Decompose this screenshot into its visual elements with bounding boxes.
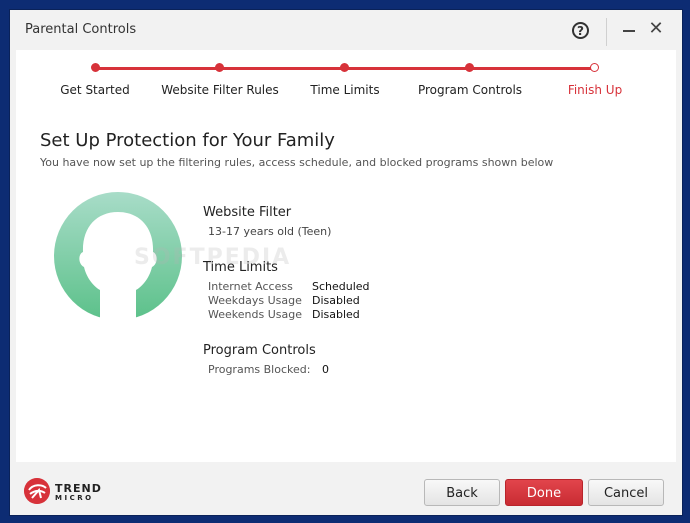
cancel-button[interactable]: Cancel [588, 479, 664, 506]
program-controls-title: Program Controls [203, 343, 316, 358]
weekends-usage-value: Disabled [312, 308, 360, 321]
titlebar-divider [606, 18, 607, 46]
internet-access-value: Scheduled [312, 280, 370, 293]
weekends-usage-label: Weekends Usage [208, 308, 302, 321]
progress-stepper: Get Started Website Filter Rules Time Li… [16, 50, 676, 100]
window-title: Parental Controls [25, 22, 137, 37]
internet-access-label: Internet Access [208, 280, 293, 293]
help-icon[interactable]: ? [572, 22, 589, 39]
step-dot-program-controls [465, 63, 474, 72]
trend-micro-logo-mark [24, 478, 50, 504]
done-button[interactable]: Done [505, 479, 583, 506]
title-bar: Parental Controls ? ✕ [10, 10, 682, 50]
parental-controls-window: Parental Controls ? ✕ Get Started Websit… [10, 10, 682, 515]
page-subtitle: You have now set up the filtering rules,… [40, 156, 554, 169]
weekdays-usage-value: Disabled [312, 294, 360, 307]
content-panel: Get Started Website Filter Rules Time Li… [16, 50, 676, 462]
programs-blocked-value: 0 [322, 363, 329, 376]
step-label-get-started: Get Started [60, 83, 130, 97]
time-limits-title: Time Limits [203, 260, 278, 275]
step-label-website-filter: Website Filter Rules [161, 83, 279, 97]
weekdays-usage-label: Weekdays Usage [208, 294, 302, 307]
step-dot-website-filter [215, 63, 224, 72]
minimize-icon[interactable] [621, 22, 637, 38]
footer-bar: TREND MICRO Back Done Cancel [10, 462, 682, 515]
page-title: Set Up Protection for Your Family [40, 130, 335, 151]
step-dot-finish-up [590, 63, 599, 72]
step-label-finish-up: Finish Up [567, 83, 623, 97]
programs-blocked-label: Programs Blocked: [208, 363, 311, 376]
step-label-program-controls: Program Controls [417, 83, 523, 97]
step-label-time-limits: Time Limits [310, 83, 380, 97]
website-filter-value: 13-17 years old (Teen) [208, 225, 332, 238]
trend-micro-logo: TREND MICRO [24, 478, 104, 506]
step-dot-time-limits [340, 63, 349, 72]
back-button[interactable]: Back [424, 479, 500, 506]
website-filter-title: Website Filter [203, 205, 292, 220]
step-dot-get-started [91, 63, 100, 72]
close-icon[interactable]: ✕ [647, 19, 665, 39]
logo-text-micro: MICRO [55, 494, 94, 502]
